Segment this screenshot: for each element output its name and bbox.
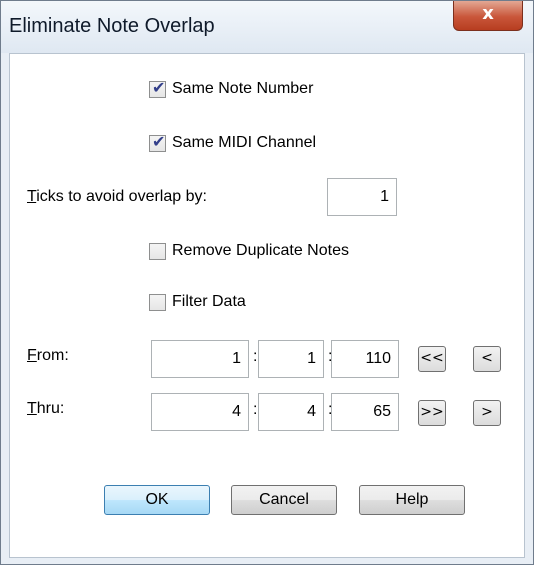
thru-tick-input[interactable]: 65 (331, 393, 399, 431)
remove-duplicate-notes-checkbox[interactable] (149, 242, 166, 260)
check-icon: ✔ (152, 131, 166, 151)
same-midi-channel-option[interactable]: ✔ Same MIDI Channel (149, 131, 317, 152)
from-first-button[interactable]: << (418, 346, 446, 372)
close-button[interactable]: x (453, 1, 523, 31)
title-bar: Eliminate Note Overlap x (1, 1, 533, 53)
filter-data-option[interactable]: Filter Data (149, 293, 246, 311)
remove-duplicate-notes-option[interactable]: Remove Duplicate Notes (149, 242, 349, 260)
from-separator: : (253, 348, 258, 365)
thru-bar-input[interactable]: 4 (151, 393, 249, 431)
from-prev-button[interactable]: < (473, 346, 501, 372)
eliminate-note-overlap-dialog: Eliminate Note Overlap x ✔ Same Note Num… (0, 0, 534, 565)
same-note-number-label: Same Note Number (172, 80, 314, 97)
filter-data-label: Filter Data (172, 293, 246, 310)
ticks-input[interactable]: 1 (327, 178, 397, 216)
from-label: From: (27, 347, 69, 364)
thru-separator: : (253, 401, 258, 418)
close-icon: x (482, 3, 494, 24)
same-midi-channel-label: Same MIDI Channel (172, 134, 317, 151)
thru-beat-input[interactable]: 4 (258, 393, 324, 431)
same-note-number-option[interactable]: ✔ Same Note Number (149, 77, 314, 98)
thru-last-button[interactable]: >> (418, 400, 446, 426)
same-note-number-checkbox[interactable]: ✔ (149, 77, 166, 98)
remove-duplicate-notes-label: Remove Duplicate Notes (172, 242, 349, 259)
from-beat-input[interactable]: 1 (258, 340, 324, 378)
check-icon: ✔ (152, 77, 166, 97)
same-midi-channel-checkbox[interactable]: ✔ (149, 131, 166, 152)
help-button[interactable]: Help (359, 485, 465, 515)
from-tick-input[interactable]: 110 (331, 340, 399, 378)
window-title: Eliminate Note Overlap (9, 15, 215, 37)
filter-data-checkbox[interactable] (149, 293, 166, 311)
thru-label: Thru: (27, 400, 65, 417)
thru-next-button[interactable]: > (473, 400, 501, 426)
from-bar-input[interactable]: 1 (151, 340, 249, 378)
cancel-button[interactable]: Cancel (231, 485, 337, 515)
dialog-body: ✔ Same Note Number ✔ Same MIDI Channel T… (9, 53, 525, 558)
ok-button[interactable]: OK (104, 485, 210, 515)
ticks-label: Ticks to avoid overlap by: (27, 188, 207, 205)
